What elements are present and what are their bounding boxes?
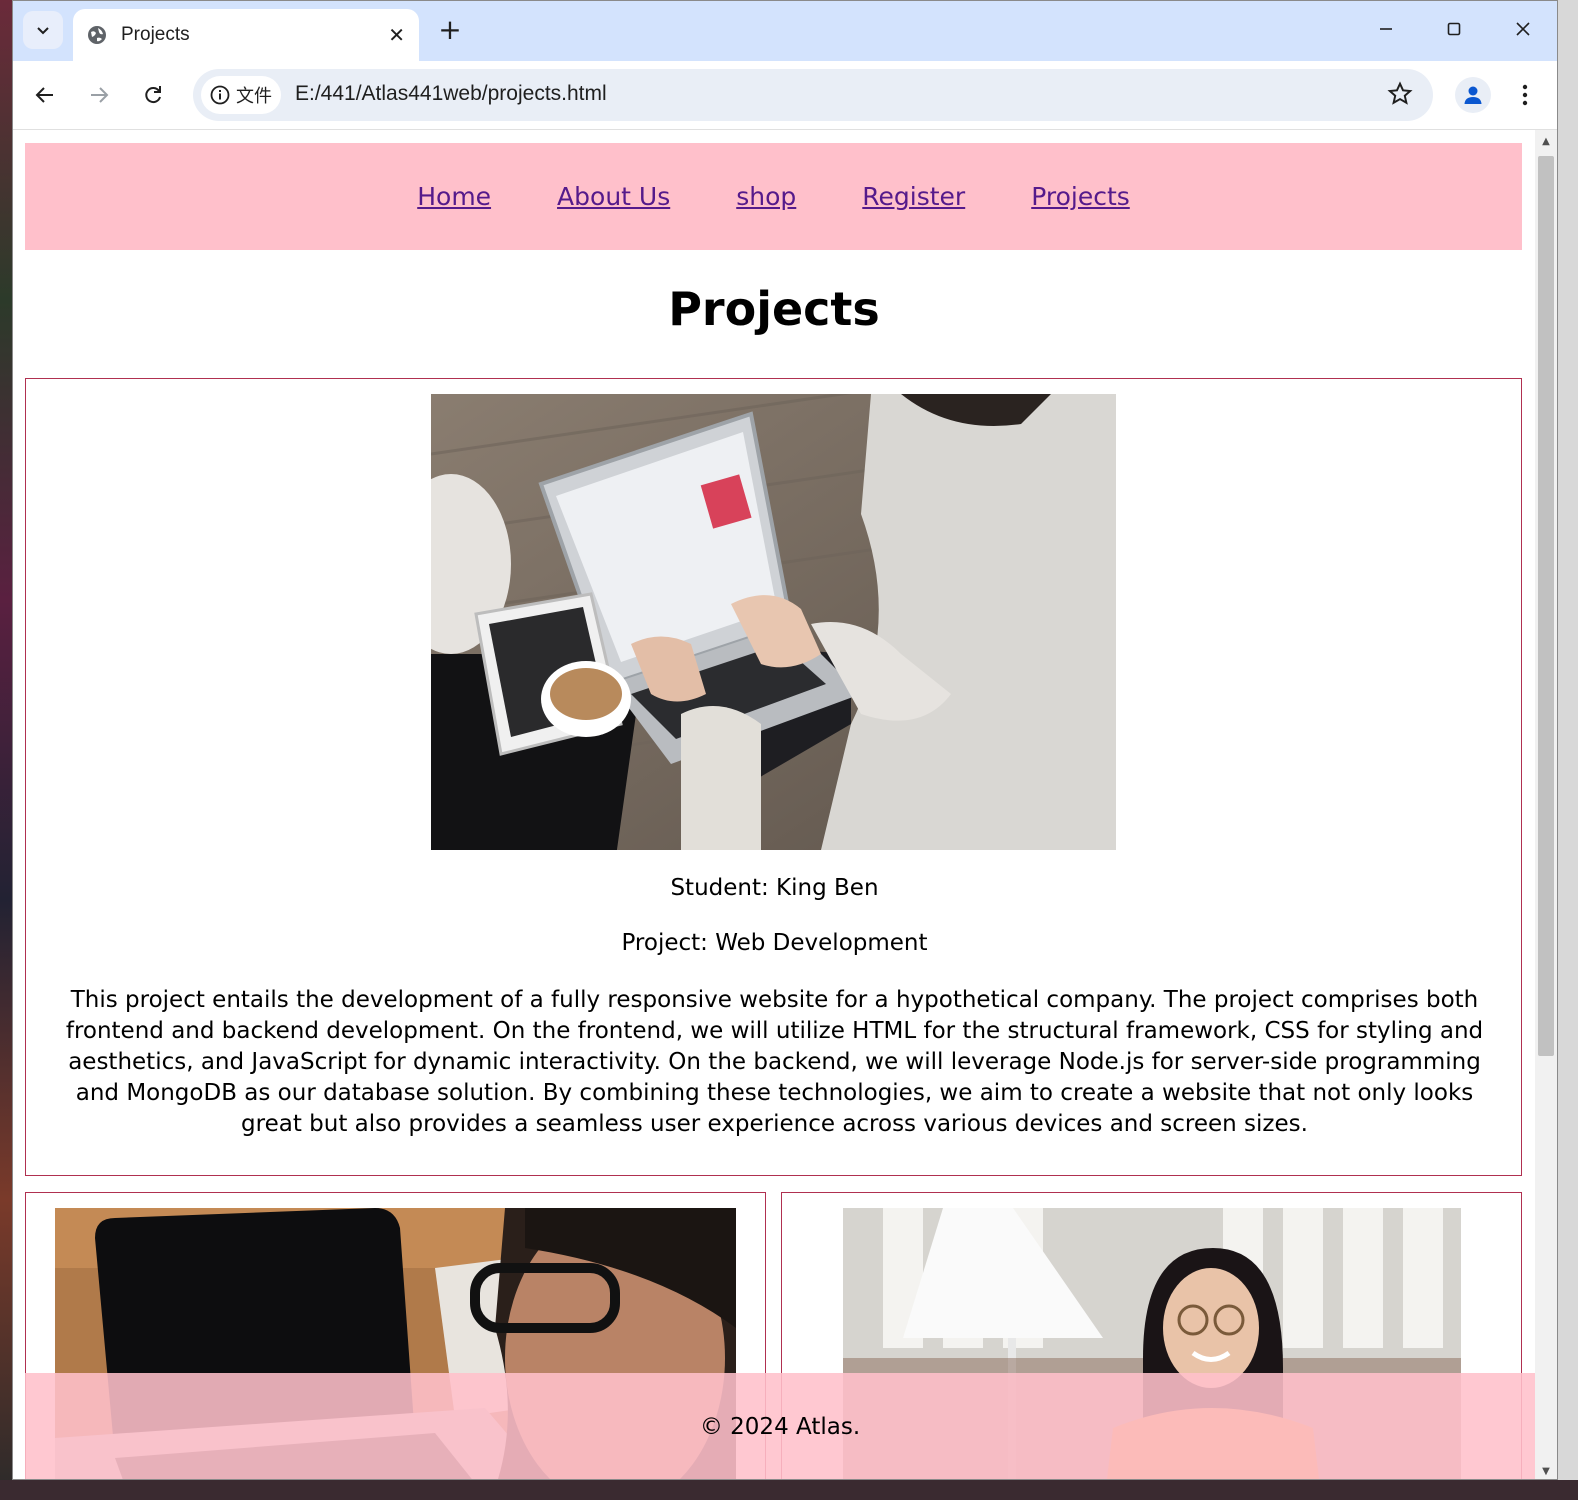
star-icon[interactable] — [1387, 81, 1413, 107]
forward-button[interactable] — [79, 75, 119, 115]
browser-window: Projects ✕ + 文件 E:/441/Atlas441web/proje… — [12, 0, 1558, 1480]
site-info-chip[interactable]: 文件 — [201, 76, 281, 114]
scroll-up-icon[interactable]: ▲ — [1535, 136, 1557, 147]
profile-button[interactable] — [1455, 77, 1491, 113]
nav-link-about-us[interactable]: About Us — [557, 182, 670, 211]
nav-link-projects[interactable]: Projects — [1031, 182, 1130, 211]
kebab-menu-icon — [1522, 84, 1528, 106]
reload-button[interactable] — [133, 75, 173, 115]
desktop-background-right — [1558, 0, 1578, 1500]
new-tab-button[interactable]: + — [433, 13, 467, 47]
project-student: Student: King Ben — [670, 875, 879, 901]
info-icon — [210, 85, 230, 105]
scrollbar-thumb[interactable] — [1538, 156, 1554, 1056]
close-window-button[interactable] — [1498, 13, 1548, 49]
tab-projects[interactable]: Projects ✕ — [73, 9, 419, 61]
nav-link-register[interactable]: Register — [862, 182, 965, 211]
desktop-background — [0, 0, 12, 1500]
project-name: Project: Web Development — [621, 930, 928, 956]
page-scrollbar[interactable]: ▲ ▼ — [1535, 130, 1557, 1479]
person-icon — [1464, 86, 1482, 104]
close-icon — [1516, 22, 1530, 36]
nav-link-shop[interactable]: shop — [736, 182, 796, 211]
reload-icon — [145, 86, 161, 104]
tab-title: Projects — [121, 24, 190, 45]
maximize-icon — [1447, 22, 1461, 36]
site-chip-label: 文件 — [236, 86, 272, 107]
nav-link-home[interactable]: Home — [417, 182, 491, 211]
tab-close-icon[interactable]: ✕ — [388, 23, 405, 47]
project-description: This project entails the development of … — [65, 987, 1484, 1137]
laptop-photo-illustration — [431, 394, 1116, 850]
minimize-button[interactable] — [1361, 13, 1411, 49]
back-button[interactable] — [25, 75, 65, 115]
footer-copyright: © 2024 Atlas. — [699, 1414, 861, 1440]
tab-search-button[interactable] — [23, 11, 63, 49]
minimize-icon — [1380, 28, 1392, 30]
arrow-left-icon — [35, 87, 53, 103]
project-photo-laptop — [431, 394, 1116, 850]
address-bar[interactable]: 文件 E:/441/Atlas441web/projects.html — [193, 69, 1433, 121]
globe-icon — [88, 26, 106, 44]
scroll-down-icon[interactable]: ▼ — [1535, 1466, 1557, 1477]
browser-menu-button[interactable] — [1513, 77, 1537, 113]
chevron-down-icon — [37, 27, 49, 35]
site-footer: © 2024 Atlas. — [25, 1373, 1535, 1479]
browser-toolbar: 文件 E:/441/Atlas441web/projects.html — [13, 61, 1557, 130]
site-navigation: Home About Us shop Register Projects — [25, 143, 1522, 250]
maximize-button[interactable] — [1429, 13, 1479, 49]
tab-strip: Projects ✕ + — [13, 1, 1557, 61]
url-text[interactable]: E:/441/Atlas441web/projects.html — [295, 82, 607, 106]
page-viewport: Home About Us shop Register Projects Pro… — [13, 130, 1535, 1479]
arrow-right-icon — [91, 87, 109, 103]
project-card: Student: King Ben Project: Web Developme… — [25, 378, 1522, 1176]
page-title: Projects — [668, 282, 880, 336]
desktop-background-bottom — [0, 1480, 1578, 1500]
